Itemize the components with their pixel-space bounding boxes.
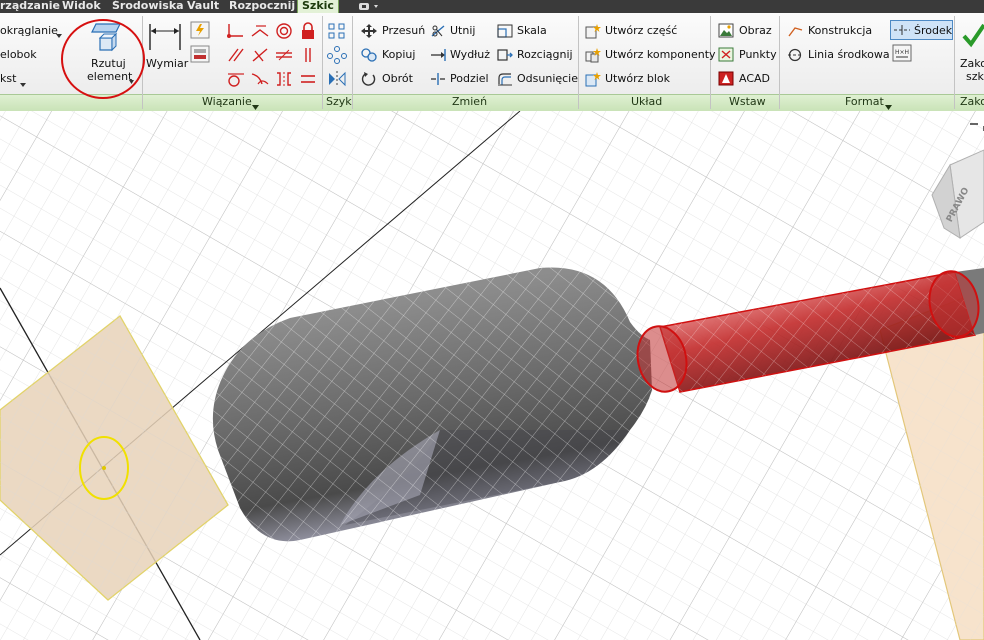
tab-sketch[interactable]: Szkic	[297, 0, 339, 13]
rotate-button[interactable]: Obrót	[382, 72, 413, 86]
centerline-button[interactable]: Linia środkowa	[808, 48, 890, 62]
concentric-constraint-icon[interactable]	[274, 22, 294, 43]
horizontal-constraint-icon[interactable]	[274, 46, 294, 67]
tab-vault[interactable]: Vault	[187, 0, 219, 13]
panel-title-constrain[interactable]: Wiązanie	[202, 94, 252, 110]
acad-button[interactable]: ACAD	[739, 72, 770, 86]
smooth-constraint-icon[interactable]	[250, 70, 270, 91]
separator	[779, 16, 780, 109]
vertical-constraint-icon[interactable]	[298, 46, 318, 67]
move-icon[interactable]	[361, 24, 377, 41]
separator	[710, 16, 711, 109]
equal-constraint-icon[interactable]	[298, 70, 318, 91]
finish-sketch-label-1[interactable]: Zako	[960, 57, 984, 71]
move-button[interactable]: Przesuń	[382, 24, 425, 38]
trim-icon[interactable]	[430, 24, 446, 41]
coincident-constraint-icon[interactable]	[226, 22, 246, 43]
split-icon[interactable]	[430, 72, 446, 89]
construction-button[interactable]: Konstrukcja	[808, 24, 872, 38]
finish-sketch-label-2[interactable]: szk	[966, 70, 984, 84]
scale-button[interactable]: Skala	[517, 24, 547, 38]
stretch-button[interactable]: Rozciągnij	[517, 48, 573, 62]
ribbon-panel-titlebar	[0, 94, 984, 111]
copy-button[interactable]: Kopiuj	[382, 48, 415, 62]
parallel-constraint-icon[interactable]	[226, 46, 246, 67]
make-components-icon[interactable]	[585, 47, 601, 66]
center-point	[102, 466, 106, 470]
copy-icon[interactable]	[361, 48, 377, 65]
text-button[interactable]: kst	[0, 72, 16, 86]
ribbon-tab-bar: rządzanie Widok Środowiska Vault Rozpocz…	[0, 0, 984, 13]
panel-title-insert: Wstaw	[729, 95, 766, 108]
svg-text:H×H: H×H	[895, 49, 909, 56]
collinear-constraint-icon[interactable]	[250, 22, 270, 43]
panel-title-modify: Zmień	[452, 95, 488, 108]
finish-sketch-checkmark-icon[interactable]	[962, 22, 984, 51]
offset-button[interactable]: Odsunięcie	[517, 72, 578, 86]
panel-title-finish: Zako	[960, 95, 984, 108]
polygon-button[interactable]: elobok	[0, 48, 37, 62]
center-point-icon	[894, 24, 910, 39]
video-camera-dropdown-icon[interactable]	[358, 1, 380, 12]
centerline-icon[interactable]	[787, 48, 803, 65]
scale-icon[interactable]	[497, 24, 513, 41]
panel-title-pattern: Szyk	[326, 95, 352, 108]
make-part-button[interactable]: Utwórz część	[605, 24, 677, 38]
make-components-button[interactable]: Utwórz komponenty	[605, 48, 716, 62]
perpendicular-constraint-icon[interactable]	[250, 46, 270, 67]
tangent-constraint-icon[interactable]	[226, 70, 246, 91]
points-icon[interactable]	[718, 47, 734, 65]
create-block-button[interactable]: Utwórz blok	[605, 72, 670, 86]
extend-button[interactable]: Wydłuż	[450, 48, 490, 62]
graphics-viewport[interactable]: PRAWO	[0, 111, 984, 640]
create-block-icon[interactable]	[585, 71, 601, 90]
tab-view[interactable]: Widok	[62, 0, 101, 13]
panel-title-layout: Układ	[631, 95, 663, 108]
fillet-button[interactable]: okrąglanie	[0, 24, 58, 38]
panel-title-format[interactable]: Format	[845, 94, 884, 110]
stretch-icon[interactable]	[497, 48, 513, 65]
show-constraints-icon[interactable]	[190, 45, 210, 66]
separator	[954, 16, 955, 109]
dimension-label[interactable]: Wymiar	[146, 57, 188, 71]
separator	[578, 16, 579, 109]
separator	[322, 16, 323, 109]
annotation-ellipse	[60, 18, 146, 103]
image-button[interactable]: Obraz	[739, 24, 772, 38]
rectangular-pattern-icon[interactable]	[327, 22, 347, 43]
mirror-icon[interactable]	[327, 70, 347, 91]
extend-icon[interactable]	[430, 48, 446, 65]
split-button[interactable]: Podziel	[450, 72, 489, 86]
trim-button[interactable]: Utnij	[450, 24, 475, 38]
dimension-icon[interactable]	[148, 22, 182, 55]
acad-icon[interactable]	[718, 71, 734, 89]
tab-manage[interactable]: rządzanie	[0, 0, 60, 13]
image-icon[interactable]	[718, 23, 734, 41]
tab-get-started[interactable]: Rozpocznij	[229, 0, 295, 13]
fix-constraint-icon[interactable]	[298, 22, 318, 43]
points-button[interactable]: Punkty	[739, 48, 777, 62]
circular-pattern-icon[interactable]	[327, 46, 347, 67]
symmetric-constraint-icon[interactable]	[274, 70, 294, 91]
offset-icon[interactable]	[497, 72, 513, 89]
auto-dimension-icon[interactable]	[190, 21, 210, 42]
center-point-label: Środek	[914, 24, 953, 37]
separator	[352, 16, 353, 109]
tab-environments[interactable]: Środowiska	[112, 0, 184, 13]
make-part-icon[interactable]	[585, 23, 601, 42]
dropdown-arrow-icon[interactable]	[20, 77, 26, 90]
show-format-icon[interactable]: H×H	[892, 44, 912, 65]
construction-icon[interactable]	[787, 24, 803, 41]
rotate-icon[interactable]	[361, 72, 377, 89]
